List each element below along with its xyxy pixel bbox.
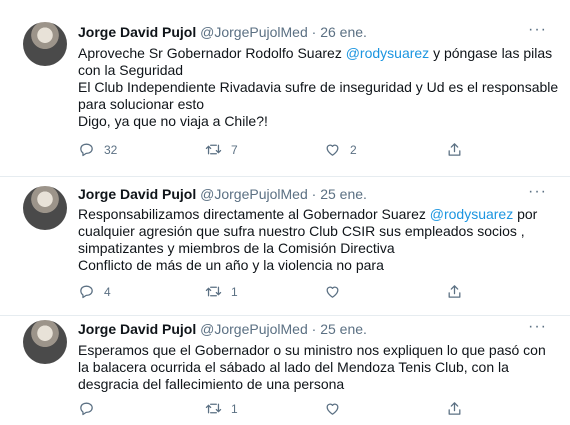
tweet-text: Aproveche Sr Gobernador Rodolfo Suarez @… <box>78 45 559 130</box>
reply-count: 32 <box>104 142 118 157</box>
tweet-line: Digo, ya que no viaja a Chile?! <box>78 113 268 129</box>
tweet-date[interactable]: 25 ene. <box>320 321 367 337</box>
like-button[interactable] <box>324 283 350 300</box>
tweet-line: para solucionar esto <box>78 96 205 112</box>
mention-link[interactable]: @rodysuarez <box>430 206 513 222</box>
retweet-button[interactable]: 7 <box>205 141 238 158</box>
tweet-line: Conflicto de más de un año y la violenci… <box>78 257 384 273</box>
author-name[interactable]: Jorge David Pujol <box>78 321 196 337</box>
like-count: 2 <box>350 142 357 157</box>
tweet-line: la balacera ocurrida el sábado al lado d… <box>78 359 509 375</box>
avatar[interactable] <box>23 22 67 66</box>
tweet-actions: 4 1 <box>78 283 478 303</box>
mention-link[interactable]: @rodysuarez <box>346 45 429 61</box>
author-handle[interactable]: @JorgePujolMed <box>200 321 308 337</box>
more-options-icon[interactable]: ··· <box>528 318 547 336</box>
tweet-actions: 32 7 2 <box>78 141 478 161</box>
author-handle[interactable]: @JorgePujolMed <box>200 24 308 40</box>
retweet-button[interactable]: 1 <box>205 400 238 417</box>
more-options-icon[interactable]: ··· <box>528 21 547 39</box>
tweet-date[interactable]: 25 ene. <box>320 186 367 202</box>
tweet-2[interactable]: Jorge David Pujol @JorgePujolMed · 25 en… <box>0 177 570 316</box>
more-options-icon[interactable]: ··· <box>528 183 547 201</box>
tweet-text: Esperamos que el Gobernador o su ministr… <box>78 342 546 393</box>
separator-dot: · <box>311 186 317 202</box>
like-button[interactable] <box>324 400 350 417</box>
reply-button[interactable]: 32 <box>78 141 117 158</box>
avatar[interactable] <box>23 320 67 364</box>
tweet-text: Responsabilizamos directamente al Gobern… <box>78 206 538 274</box>
tweet-line: desgracia del fallecimiento de una perso… <box>78 376 345 392</box>
share-button[interactable] <box>446 141 463 158</box>
separator-dot: · <box>311 321 317 337</box>
author-name[interactable]: Jorge David Pujol <box>78 186 196 202</box>
share-icon <box>448 402 461 415</box>
tweet-line: Responsabilizamos directamente al Gobern… <box>78 206 538 222</box>
tweet-line: con la Seguridad <box>78 62 184 78</box>
reply-button[interactable] <box>78 400 104 417</box>
tweet-line: Aproveche Sr Gobernador Rodolfo Suarez @… <box>78 45 553 61</box>
tweet-header: Jorge David Pujol @JorgePujolMed · 25 en… <box>78 186 367 202</box>
tweet-line: cualquier agresión que sufra nuestro Clu… <box>78 223 525 239</box>
tweet-line: simpatizantes y miembros de la Comisión … <box>78 240 395 256</box>
heart-icon <box>326 286 339 298</box>
tweet-header: Jorge David Pujol @JorgePujolMed · 26 en… <box>78 24 367 40</box>
share-icon <box>448 285 461 298</box>
reply-icon <box>80 143 93 157</box>
share-icon <box>448 143 461 156</box>
reply-count: 4 <box>104 284 111 299</box>
share-button[interactable] <box>446 283 463 300</box>
separator-dot: · <box>311 24 317 40</box>
retweet-count: 1 <box>231 401 238 416</box>
tweet-3[interactable]: Jorge David Pujol @JorgePujolMed · 25 en… <box>0 316 570 425</box>
reply-icon <box>80 285 93 299</box>
tweet-actions: 1 <box>78 400 478 420</box>
retweet-icon <box>205 286 222 297</box>
tweet-line: Esperamos que el Gobernador o su ministr… <box>78 342 546 358</box>
retweet-count: 1 <box>231 284 238 299</box>
tweet-1[interactable]: Jorge David Pujol @JorgePujolMed · 26 en… <box>0 0 570 177</box>
retweet-icon <box>205 403 222 414</box>
tweet-header: Jorge David Pujol @JorgePujolMed · 25 en… <box>78 321 367 337</box>
retweet-count: 7 <box>231 142 238 157</box>
tweet-line: El Club Independiente Rivadavia sufre de… <box>78 79 559 95</box>
avatar[interactable] <box>23 186 67 230</box>
reply-icon <box>80 402 93 416</box>
heart-icon <box>326 144 339 156</box>
heart-icon <box>326 403 339 415</box>
author-handle[interactable]: @JorgePujolMed <box>200 186 308 202</box>
tweet-date[interactable]: 26 ene. <box>320 24 367 40</box>
share-button[interactable] <box>446 400 463 417</box>
reply-button[interactable]: 4 <box>78 283 111 300</box>
like-button[interactable]: 2 <box>324 141 357 158</box>
author-name[interactable]: Jorge David Pujol <box>78 24 196 40</box>
retweet-icon <box>205 144 222 155</box>
retweet-button[interactable]: 1 <box>205 283 238 300</box>
